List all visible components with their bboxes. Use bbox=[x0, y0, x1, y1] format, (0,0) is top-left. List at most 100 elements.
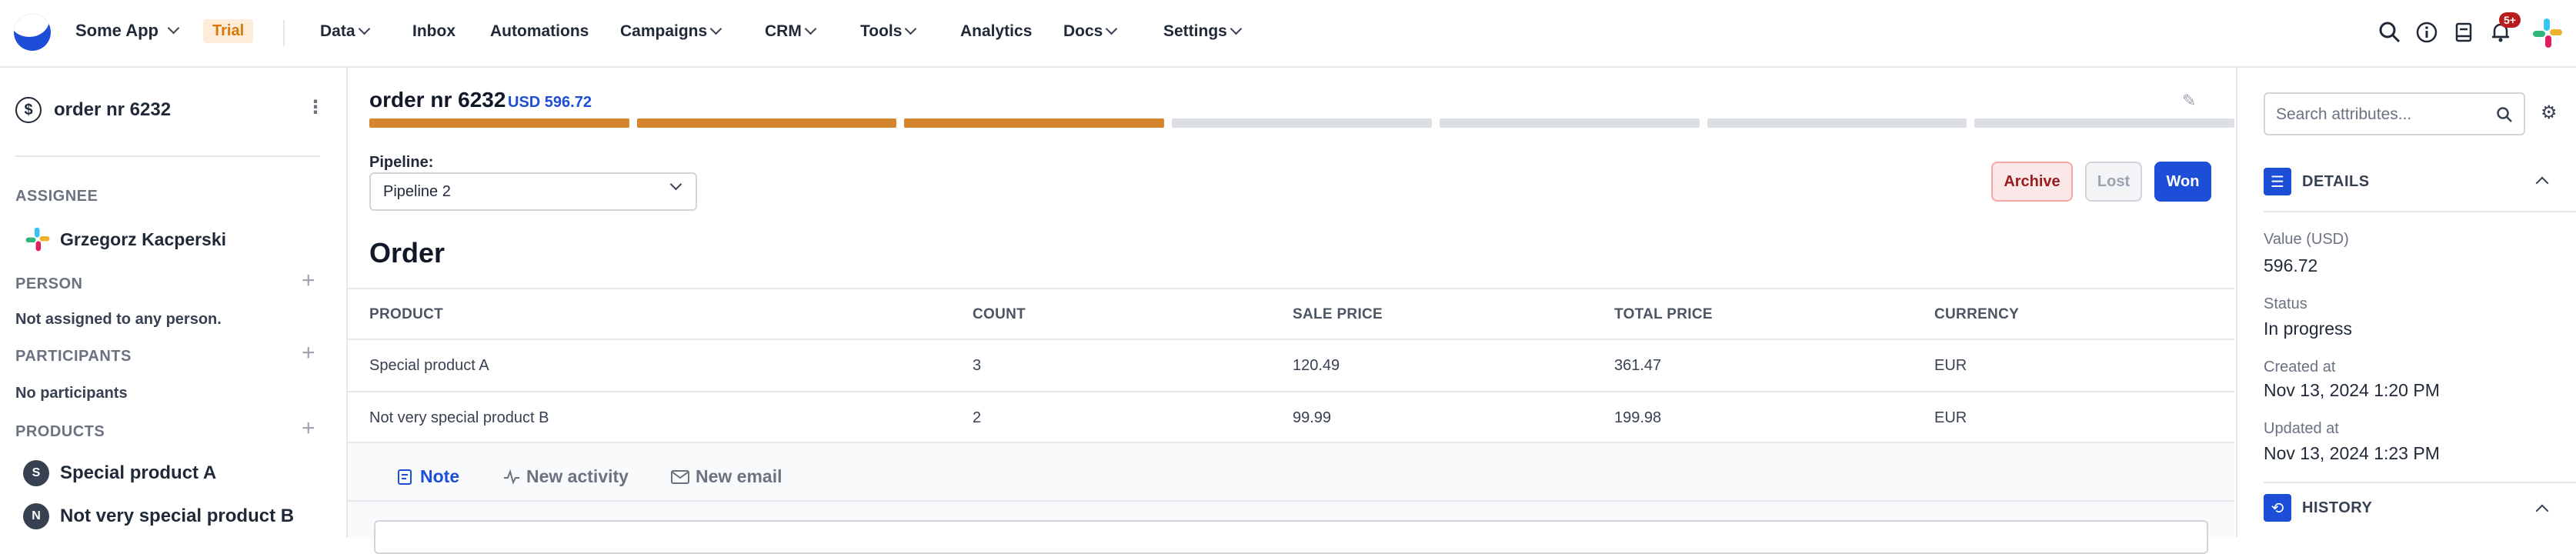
chevron-down-icon bbox=[709, 22, 722, 35]
stage-pending[interactable] bbox=[1439, 118, 1700, 128]
top-navbar: Some App Trial Data Inbox Automations Ca… bbox=[0, 0, 2576, 68]
tab-label: New email bbox=[696, 466, 782, 486]
history-label: HISTORY bbox=[2302, 499, 2373, 516]
order-value: USD 596.72 bbox=[508, 94, 592, 111]
column-header: COUNT bbox=[973, 306, 1026, 322]
assignee-label: ASSIGNEE bbox=[15, 188, 98, 205]
nav-inbox[interactable]: Inbox bbox=[412, 22, 455, 41]
nav-label: CRM bbox=[765, 22, 802, 40]
table-cell: 3 bbox=[973, 357, 982, 374]
search-attributes-input[interactable]: Search attributes... bbox=[2264, 92, 2525, 135]
stage-pending[interactable] bbox=[1172, 118, 1432, 128]
column-header: SALE PRICE bbox=[1293, 306, 1383, 322]
column-header: CURRENCY bbox=[1934, 306, 2020, 322]
nav-settings[interactable]: Settings bbox=[1163, 22, 1243, 41]
archive-button[interactable]: Archive bbox=[1991, 162, 2073, 202]
lost-button[interactable]: Lost bbox=[2085, 162, 2142, 202]
column-header: TOTAL PRICE bbox=[1614, 306, 1713, 322]
gear-icon[interactable]: ⚙ bbox=[2541, 102, 2558, 124]
chevron-down-icon bbox=[167, 22, 180, 34]
tab-divider bbox=[348, 500, 2234, 502]
notification-badge: 5+ bbox=[2499, 12, 2521, 28]
stage-completed[interactable] bbox=[904, 118, 1165, 128]
nav-campaigns[interactable]: Campaigns bbox=[620, 22, 722, 41]
nav-docs[interactable]: Docs bbox=[1063, 22, 1118, 41]
chevron-down-icon bbox=[1230, 22, 1243, 35]
person-empty-text: Not assigned to any person. bbox=[15, 311, 222, 328]
product-name: Special product A bbox=[60, 462, 217, 483]
pipeline-label: Pipeline: bbox=[369, 154, 434, 171]
note-editor[interactable] bbox=[374, 520, 2208, 554]
details-section-header[interactable]: ☰ DETAILS bbox=[2264, 168, 2370, 195]
won-button[interactable]: Won bbox=[2154, 162, 2211, 202]
attributes-panel: Search attributes... ⚙ ☰ DETAILS Value (… bbox=[2236, 68, 2576, 537]
table-header: PRODUCT COUNT SALE PRICE TOTAL PRICE CUR… bbox=[348, 288, 2234, 342]
tab-label: Note bbox=[420, 466, 460, 486]
nav-crm[interactable]: CRM bbox=[765, 22, 817, 41]
info-icon[interactable] bbox=[2414, 20, 2439, 45]
app-switcher[interactable]: Some App bbox=[75, 21, 180, 41]
person-label: PERSON bbox=[15, 275, 83, 292]
table-cell: Not very special product B bbox=[369, 409, 549, 426]
nav-analytics[interactable]: Analytics bbox=[960, 22, 1032, 41]
add-participant-icon[interactable]: + bbox=[302, 340, 315, 366]
table-cell: 99.99 bbox=[1293, 409, 1332, 426]
stage-completed[interactable] bbox=[636, 118, 897, 128]
divider bbox=[2264, 211, 2576, 212]
nav-divider bbox=[283, 20, 285, 46]
attribute-value[interactable]: In progress bbox=[2264, 319, 2352, 339]
edit-icon[interactable]: ✎ bbox=[2182, 91, 2196, 111]
participants-empty-text: No participants bbox=[15, 385, 128, 402]
slack-icon[interactable] bbox=[2531, 17, 2564, 49]
product-item[interactable]: N Not very special product B bbox=[23, 503, 294, 529]
activity-tabs: Note New activity New email bbox=[348, 442, 2234, 554]
table-cell: 120.49 bbox=[1293, 357, 1340, 374]
tab-new-email[interactable]: New email bbox=[671, 466, 782, 487]
trial-badge[interactable]: Trial bbox=[203, 19, 254, 43]
slack-icon bbox=[25, 227, 50, 252]
nav-data[interactable]: Data bbox=[320, 22, 370, 41]
chevron-up-icon[interactable] bbox=[2535, 176, 2549, 190]
pipeline-select[interactable]: Pipeline 2 bbox=[369, 172, 697, 211]
assignee[interactable]: Grzegorz Kacperski bbox=[25, 226, 226, 252]
history-icon: ⟲ bbox=[2264, 494, 2291, 522]
chevron-down-icon bbox=[1106, 22, 1118, 35]
nav-label: Tools bbox=[860, 22, 903, 40]
attribute-label: Created at bbox=[2264, 359, 2336, 375]
stage-pending[interactable] bbox=[1707, 118, 1967, 128]
attribute-value[interactable]: Nov 13, 2024 1:20 PM bbox=[2264, 380, 2440, 401]
chevron-up-icon[interactable] bbox=[2535, 504, 2549, 518]
column-header: PRODUCT bbox=[369, 306, 444, 322]
stage-completed[interactable] bbox=[369, 118, 629, 128]
chevron-down-icon bbox=[358, 22, 370, 35]
nav-label: Analytics bbox=[960, 22, 1033, 40]
nav-tools[interactable]: Tools bbox=[860, 22, 917, 41]
nav-label: Settings bbox=[1163, 22, 1227, 40]
product-name: Not very special product B bbox=[60, 506, 295, 526]
tab-new-activity[interactable]: New activity bbox=[503, 466, 629, 487]
search-placeholder: Search attributes... bbox=[2276, 105, 2412, 123]
more-options-icon[interactable]: ⋮ bbox=[306, 98, 325, 117]
nav-label: Docs bbox=[1063, 22, 1103, 40]
app-logo-icon[interactable] bbox=[14, 14, 51, 51]
activity-icon bbox=[504, 469, 519, 485]
add-person-icon[interactable]: + bbox=[302, 268, 315, 294]
book-icon[interactable] bbox=[2451, 20, 2476, 45]
details-icon: ☰ bbox=[2264, 168, 2291, 195]
tab-note[interactable]: Note bbox=[397, 466, 459, 487]
pipeline-value: Pipeline 2 bbox=[383, 183, 451, 200]
attribute-value[interactable]: Nov 13, 2024 1:23 PM bbox=[2264, 443, 2440, 464]
table-row[interactable]: Special product A 3 120.49 361.47 EUR bbox=[348, 339, 2234, 392]
nav-automations[interactable]: Automations bbox=[490, 22, 589, 41]
search-icon[interactable] bbox=[2377, 20, 2402, 45]
product-item[interactable]: S Special product A bbox=[23, 460, 216, 486]
add-product-icon[interactable]: + bbox=[302, 416, 315, 442]
divider bbox=[2264, 482, 2576, 483]
nav-label: Inbox bbox=[412, 22, 455, 40]
record-sidebar: $ order nr 6232 ⋮ ASSIGNEE Grzegorz Kacp… bbox=[0, 68, 348, 537]
chevron-down-icon bbox=[804, 22, 817, 35]
attribute-value[interactable]: 596.72 bbox=[2264, 255, 2317, 276]
history-section-header[interactable]: ⟲ HISTORY bbox=[2264, 494, 2372, 522]
stage-pending[interactable] bbox=[1974, 118, 2235, 128]
table-row[interactable]: Not very special product B 2 99.99 199.9… bbox=[348, 391, 2234, 445]
